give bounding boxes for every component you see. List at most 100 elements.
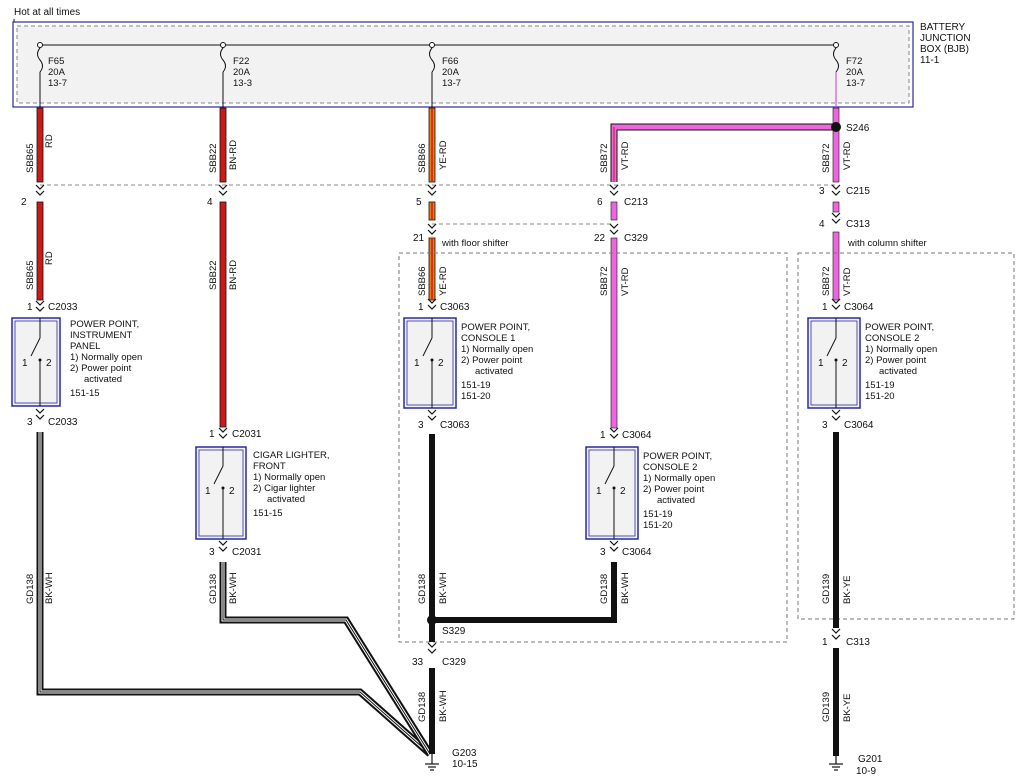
svg-text:CIGAR LIGHTER,: CIGAR LIGHTER, <box>253 450 330 461</box>
svg-text:CONSOLE 2: CONSOLE 2 <box>643 462 697 473</box>
svg-text:INSTRUMENT: INSTRUMENT <box>70 330 132 341</box>
color-label-vtrd-a: VT-RD <box>620 141 631 170</box>
color-label-vtrd-b: VT-RD <box>620 267 631 296</box>
svg-text:2: 2 <box>438 358 444 369</box>
svg-text:1: 1 <box>209 429 215 440</box>
svg-text:1: 1 <box>600 430 606 441</box>
svg-text:1) Normally open: 1) Normally open <box>461 344 533 355</box>
svg-text:G203: G203 <box>452 748 477 759</box>
splice-s329-label: S329 <box>442 626 466 637</box>
svg-text:20A: 20A <box>233 67 251 78</box>
svg-text:C3063: C3063 <box>440 420 470 431</box>
svg-text:C3064: C3064 <box>622 430 652 441</box>
pin-1-c313: 1 <box>822 637 828 648</box>
color-label-yerd-b: YE-RD <box>438 266 449 296</box>
circuit-label-gd139-b: GD139 <box>821 692 832 722</box>
splice-s329-dot <box>427 615 437 625</box>
svg-text:C2033: C2033 <box>48 302 78 313</box>
svg-text:activated: activated <box>267 494 305 505</box>
connector-c213: C213 <box>624 197 648 208</box>
bjb-label: BATTERY JUNCTION BOX (BJB) 11-1 <box>920 22 971 66</box>
circuit-label-sbb66-b: SBB66 <box>417 266 428 296</box>
color-label-bkye-a: BK-YE <box>842 575 853 604</box>
circuit-label-sbb72-c: SBB72 <box>821 143 832 173</box>
svg-text:JUNCTION: JUNCTION <box>920 33 971 44</box>
pin-22: 22 <box>594 233 606 244</box>
svg-text:1: 1 <box>818 358 824 369</box>
svg-text:C2033: C2033 <box>48 417 78 428</box>
svg-text:3: 3 <box>822 420 828 431</box>
svg-text:10-9: 10-9 <box>856 766 876 777</box>
circuit-label-sbb65-a: SBB65 <box>25 143 36 173</box>
svg-text:C2031: C2031 <box>232 429 262 440</box>
svg-text:CONSOLE 1: CONSOLE 1 <box>461 333 515 344</box>
cigar-lighter-front: 1 C2031 1 2 CIGAR LIGHTER, FRONT 1) Norm… <box>195 427 330 558</box>
svg-text:3: 3 <box>418 420 424 431</box>
svg-text:2) Power point: 2) Power point <box>461 355 523 366</box>
svg-text:13-7: 13-7 <box>48 78 67 89</box>
svg-text:POWER POINT,: POWER POINT, <box>461 322 530 333</box>
hot-at-all-times-label: Hot at all times <box>14 7 80 18</box>
circuit-label-sbb22-b: SBB22 <box>208 260 219 290</box>
svg-text:2: 2 <box>620 486 626 497</box>
svg-text:activated: activated <box>657 495 695 506</box>
svg-text:1) Normally open: 1) Normally open <box>643 473 715 484</box>
svg-text:1: 1 <box>22 358 28 369</box>
ground-wire-gd139 <box>833 432 839 756</box>
color-label-rd-a: RD <box>44 134 55 148</box>
circuit-label-sbb72-a: SBB72 <box>599 143 610 173</box>
circuit-label-gd138-d: GD138 <box>599 574 610 604</box>
circuit-label-sbb72-d: SBB72 <box>821 266 832 296</box>
svg-text:20A: 20A <box>846 67 864 78</box>
power-point-console-1: 1 C3063 1 2 POWER POINT, CONSOLE 1 1) No… <box>403 298 533 431</box>
wire-sbb66 <box>428 107 436 301</box>
power-point-instrument-panel: 1 C2033 1 2 POWER POINT, INSTRUMENT PANE… <box>11 300 142 428</box>
svg-text:1: 1 <box>205 486 211 497</box>
svg-text:C3064: C3064 <box>622 547 652 558</box>
svg-text:151-20: 151-20 <box>865 391 895 402</box>
color-label-bnrd-b: BN-RD <box>228 260 239 290</box>
circuit-label-gd138-e: GD138 <box>417 692 428 722</box>
svg-text:F66: F66 <box>442 56 458 67</box>
connector-c313-top: C313 <box>846 219 870 230</box>
svg-text:1: 1 <box>418 302 424 313</box>
power-point-console-2-floor: 1 C3064 1 2 POWER POINT, CONSOLE 2 1) No… <box>585 427 715 558</box>
column-shifter-region <box>797 252 1015 620</box>
color-label-bkwh-c: BK-WH <box>438 572 449 604</box>
power-point-console-2-column: 1 C3064 1 2 POWER POINT, CONSOLE 2 1) No… <box>807 298 937 431</box>
svg-text:C3064: C3064 <box>844 420 874 431</box>
svg-text:151-15: 151-15 <box>70 388 100 399</box>
svg-text:activated: activated <box>84 374 122 385</box>
circuit-label-gd138-a: GD138 <box>25 574 36 604</box>
pin-21: 21 <box>413 233 425 244</box>
color-label-yerd-a: YE-RD <box>438 140 449 170</box>
connector-c329-top: C329 <box>624 233 648 244</box>
ground-wires-gd138 <box>36 432 617 757</box>
svg-text:FRONT: FRONT <box>253 461 286 472</box>
svg-text:13-7: 13-7 <box>442 78 461 89</box>
color-label-bnrd-a: BN-RD <box>228 140 239 170</box>
svg-text:POWER POINT,: POWER POINT, <box>865 322 934 333</box>
svg-text:PANEL: PANEL <box>70 341 100 352</box>
svg-text:G201: G201 <box>858 754 883 765</box>
svg-text:3: 3 <box>27 417 33 428</box>
color-label-bkwh-a: BK-WH <box>44 572 55 604</box>
svg-text:151-15: 151-15 <box>253 508 283 519</box>
circuit-label-gd139-a: GD139 <box>821 574 832 604</box>
svg-text:2) Power point: 2) Power point <box>643 484 705 495</box>
svg-text:F72: F72 <box>846 56 862 67</box>
circuit-label-sbb72-b: SBB72 <box>599 266 610 296</box>
svg-text:151-19: 151-19 <box>461 380 491 391</box>
connector-c313-bottom: C313 <box>846 637 870 648</box>
svg-text:C3063: C3063 <box>440 302 470 313</box>
svg-text:CONSOLE 2: CONSOLE 2 <box>865 333 919 344</box>
circuit-label-sbb65-b: SBB65 <box>25 260 36 290</box>
pin-3-c215: 3 <box>819 186 825 197</box>
svg-text:20A: 20A <box>48 67 66 78</box>
note-floor-shifter: with floor shifter <box>441 238 509 249</box>
svg-text:13-3: 13-3 <box>233 78 252 89</box>
color-label-bkwh-e: BK-WH <box>438 690 449 722</box>
color-label-vtrd-c: VT-RD <box>842 141 853 170</box>
wire-sbb65 <box>36 107 44 301</box>
svg-text:3: 3 <box>209 547 215 558</box>
